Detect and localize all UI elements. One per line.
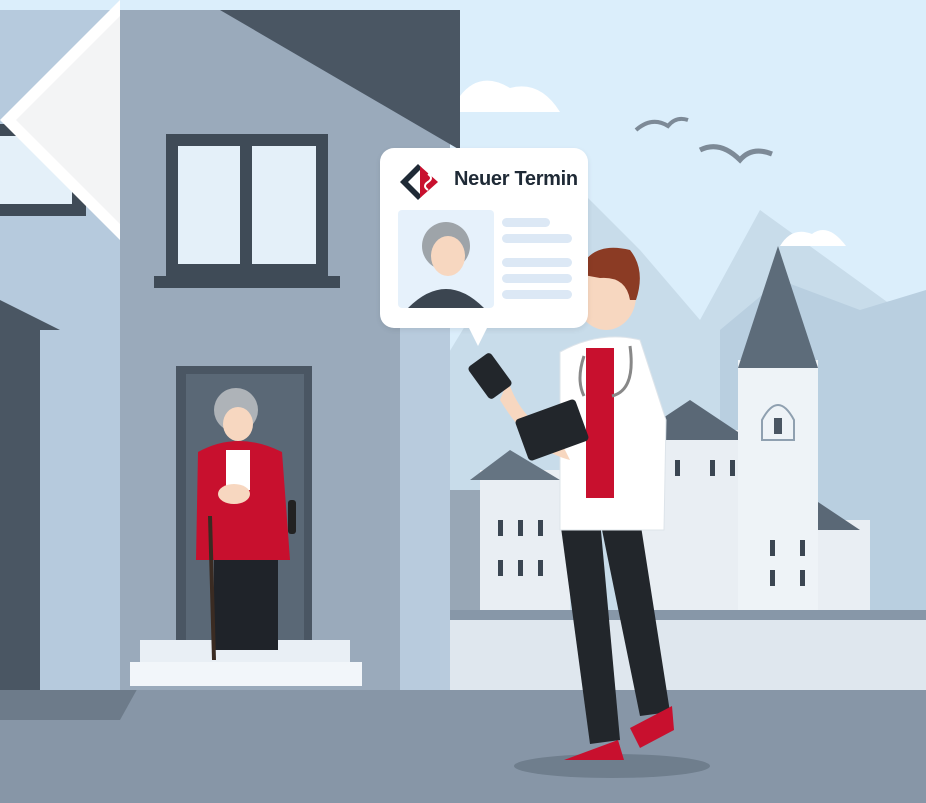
window-pane: [252, 146, 316, 264]
appointment-card: Neuer Termin: [380, 148, 588, 346]
next-arrow-icon[interactable]: [0, 0, 140, 240]
patient-avatar: [398, 210, 494, 308]
door-handle: [288, 500, 296, 534]
church-window: [774, 418, 782, 434]
placeholder-line: [502, 290, 572, 299]
church-tower: [738, 360, 818, 610]
placeholder-line: [502, 234, 572, 243]
practice-logo-icon: [400, 164, 438, 200]
illustration-stage: Neuer Termin: [0, 0, 926, 803]
placeholder-line: [502, 274, 572, 283]
placeholder-line: [502, 258, 572, 267]
village-house: [480, 470, 570, 610]
step: [130, 662, 362, 686]
street: [0, 690, 926, 803]
window-pane: [178, 146, 240, 264]
card-title: Neuer Termin: [454, 168, 578, 190]
placeholder-line: [502, 218, 550, 227]
window-sill: [154, 276, 340, 288]
garage: [0, 330, 40, 690]
